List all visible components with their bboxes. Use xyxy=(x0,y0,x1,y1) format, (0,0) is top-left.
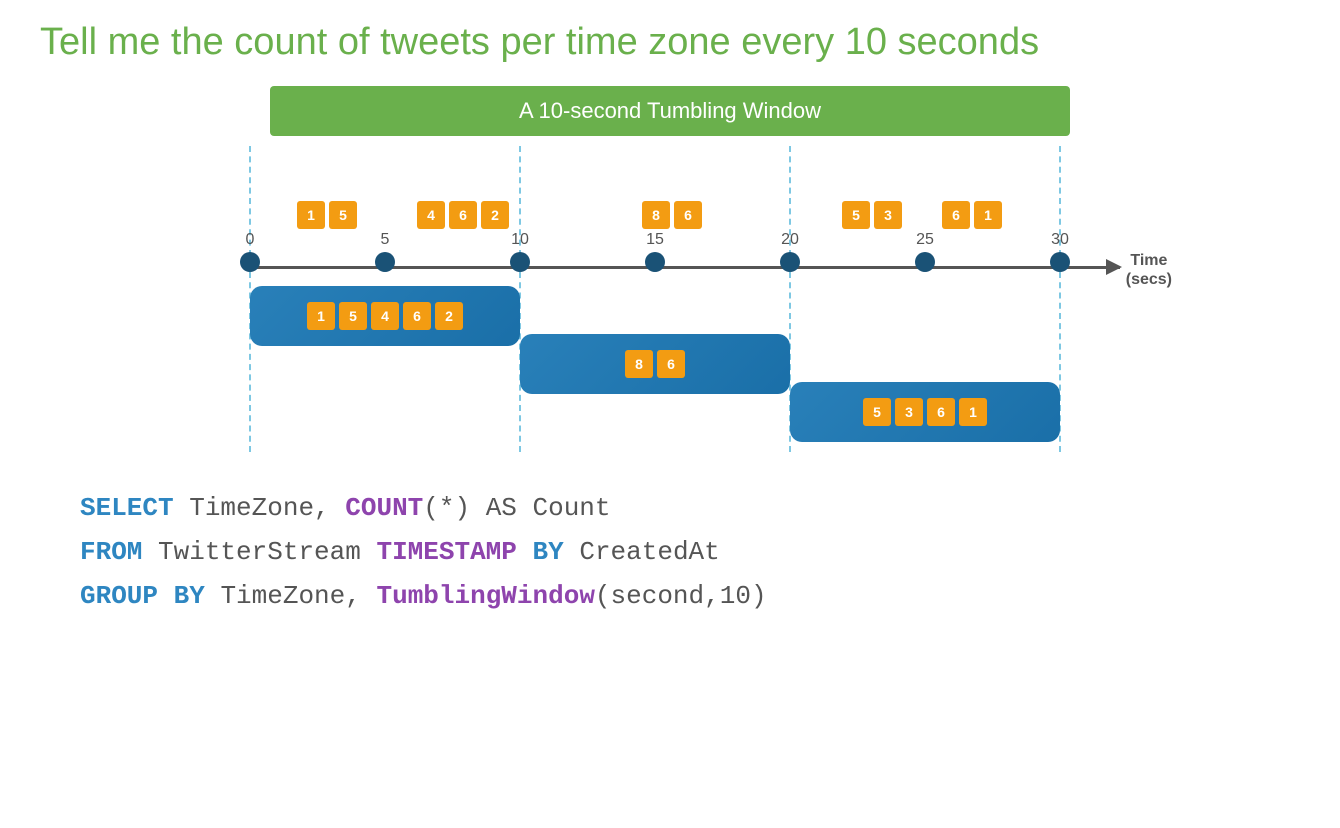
badge: 5 xyxy=(339,302,367,330)
sql-keyword-from: FROM xyxy=(80,537,142,567)
badge-group-3: 8 6 xyxy=(640,201,704,229)
sql-keyword-select: SELECT xyxy=(80,493,174,523)
tick-15 xyxy=(645,252,665,272)
tick-label-30: 30 xyxy=(1051,231,1069,249)
tick-label-0: 0 xyxy=(246,231,255,249)
timeline-label: Time (secs) xyxy=(1126,251,1172,289)
sql-text xyxy=(158,581,174,611)
blue-window-1: 1 5 4 6 2 xyxy=(250,286,520,346)
badge: 1 xyxy=(959,398,987,426)
sql-keyword-tumbling: TumblingWindow xyxy=(376,581,594,611)
sql-keyword-timestamp: TIMESTAMP xyxy=(376,537,516,567)
sql-text: CreatedAt xyxy=(564,537,720,567)
sql-text: TimeZone, xyxy=(174,493,346,523)
badge: 2 xyxy=(481,201,509,229)
badge: 6 xyxy=(674,201,702,229)
sql-text: TimeZone, xyxy=(205,581,377,611)
tick-label-15: 15 xyxy=(646,231,664,249)
sql-section: SELECT TimeZone, COUNT(*) AS Count FROM … xyxy=(80,486,1300,619)
badge: 6 xyxy=(942,201,970,229)
sql-line-2: FROM TwitterStream TIMESTAMP BY CreatedA… xyxy=(80,530,1300,574)
main-container: Tell me the count of tweets per time zon… xyxy=(0,0,1340,828)
badge: 8 xyxy=(625,350,653,378)
badge: 3 xyxy=(874,201,902,229)
badge: 5 xyxy=(329,201,357,229)
badge-group-2: 4 6 2 xyxy=(415,201,511,229)
badge: 1 xyxy=(307,302,335,330)
badge: 5 xyxy=(863,398,891,426)
badge: 8 xyxy=(642,201,670,229)
timeline-arrow xyxy=(1106,259,1122,275)
sql-keyword-count: COUNT xyxy=(345,493,423,523)
badge: 5 xyxy=(842,201,870,229)
badge-group-4: 5 3 xyxy=(840,201,904,229)
tick-5 xyxy=(375,252,395,272)
sql-keyword-by: BY xyxy=(533,537,564,567)
badge: 2 xyxy=(435,302,463,330)
sql-line-3: GROUP BY TimeZone, TumblingWindow(second… xyxy=(80,574,1300,618)
sql-line-1: SELECT TimeZone, COUNT(*) AS Count xyxy=(80,486,1300,530)
badge: 3 xyxy=(895,398,923,426)
page-title: Tell me the count of tweets per time zon… xyxy=(40,20,1300,66)
badge: 6 xyxy=(927,398,955,426)
badge: 4 xyxy=(371,302,399,330)
window-banner: A 10-second Tumbling Window xyxy=(270,86,1070,136)
sql-keyword-group: GROUP xyxy=(80,581,158,611)
tick-20 xyxy=(780,252,800,272)
sql-text: (second,10) xyxy=(595,581,767,611)
badge: 6 xyxy=(403,302,431,330)
badge: 4 xyxy=(417,201,445,229)
tick-label-5: 5 xyxy=(381,231,390,249)
badge: 6 xyxy=(449,201,477,229)
sql-keyword-by2: BY xyxy=(174,581,205,611)
sql-text: TwitterStream xyxy=(142,537,376,567)
sql-text xyxy=(517,537,533,567)
blue-window-3: 5 3 6 1 xyxy=(790,382,1060,442)
diagram-area: 1 5 4 6 2 8 6 5 3 6 1 Time (secs) xyxy=(220,146,1120,466)
tick-label-10: 10 xyxy=(511,231,529,249)
blue-window-2: 8 6 xyxy=(520,334,790,394)
tick-label-20: 20 xyxy=(781,231,799,249)
sql-text: (*) AS Count xyxy=(423,493,610,523)
tick-30 xyxy=(1050,252,1070,272)
badge: 1 xyxy=(297,201,325,229)
tick-25 xyxy=(915,252,935,272)
badge-group-5: 6 1 xyxy=(940,201,1004,229)
badge-group-1: 1 5 xyxy=(295,201,359,229)
badge: 6 xyxy=(657,350,685,378)
tick-10 xyxy=(510,252,530,272)
badge: 1 xyxy=(974,201,1002,229)
tick-label-25: 25 xyxy=(916,231,934,249)
tick-0 xyxy=(240,252,260,272)
